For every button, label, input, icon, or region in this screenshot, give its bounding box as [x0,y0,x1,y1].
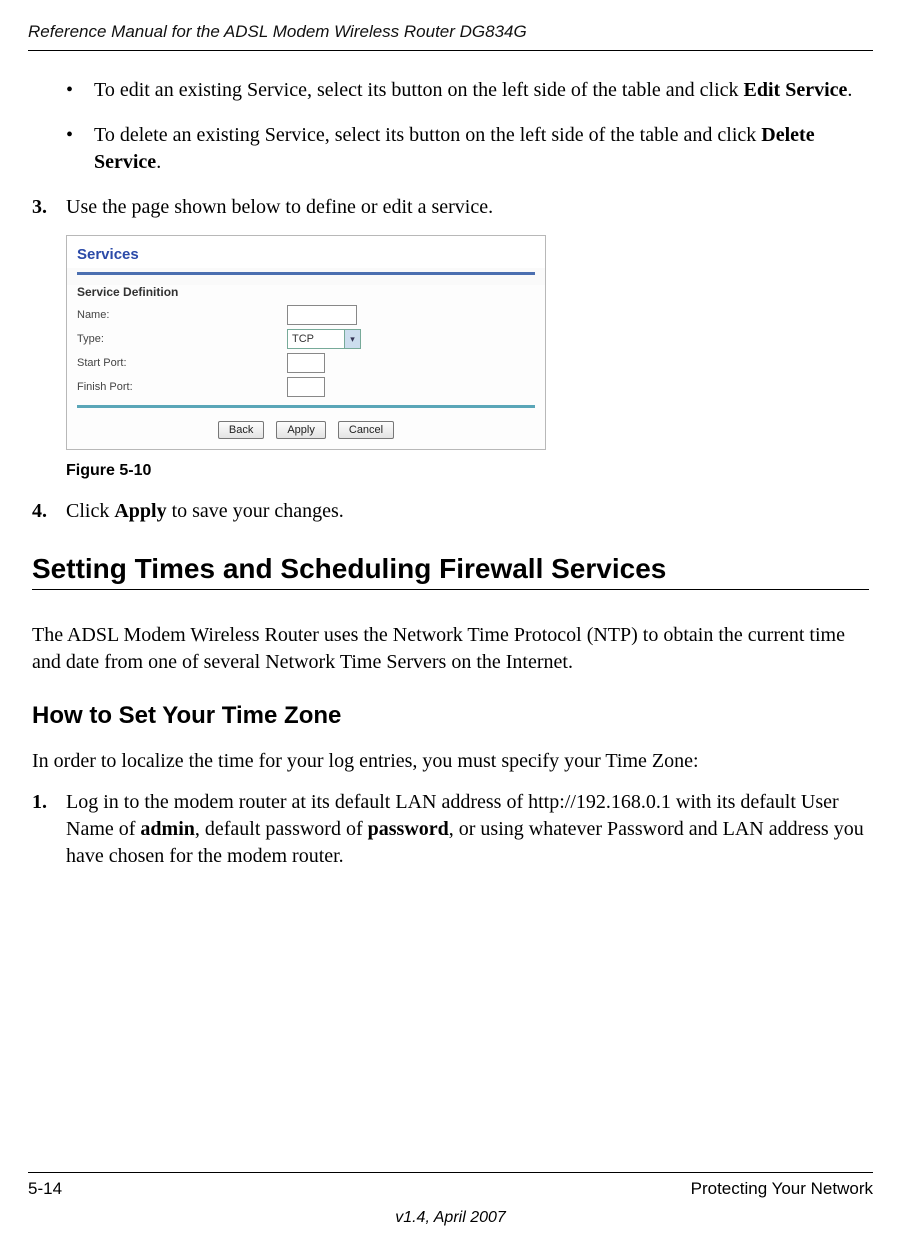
header-rule [28,50,873,51]
apply-button[interactable]: Apply [276,421,326,439]
step-text-bold: Apply [114,500,166,522]
section-heading: Setting Times and Scheduling Firewall Se… [32,553,869,585]
input-finish-port[interactable] [287,377,325,397]
cancel-button[interactable]: Cancel [338,421,394,439]
figure-button-row: Back Apply Cancel [77,416,535,443]
back-button[interactable]: Back [218,421,264,439]
step-text-b: admin [140,818,194,840]
label-type: Type: [77,333,287,345]
footer-section-title: Protecting Your Network [691,1179,873,1199]
step-1-login: 1. Log in to the modem router at its def… [32,789,869,870]
step-text-c: , default password of [195,818,368,840]
figure-divider-top [77,272,535,275]
figure-subtitle: Service Definition [77,285,535,299]
page-footer: 5-14 Protecting Your Network v1.4, April… [28,1172,873,1227]
figure-services: Services Service Definition Name: Type: … [66,235,869,450]
bullet-dot: • [66,122,94,176]
step-text-d: password [368,818,449,840]
bullet-text-post: . [156,151,161,173]
step-4: 4. Click Apply to save your changes. [32,498,869,525]
label-name: Name: [77,309,287,321]
figure-panel: Services Service Definition Name: Type: … [66,235,546,450]
bullet-text: To delete an existing Service, select it… [94,124,761,146]
row-start-port: Start Port: [77,353,535,373]
bullet-text-post: . [847,79,852,101]
bullet-bold: Edit Service [744,79,848,101]
select-type-value: TCP [292,333,314,345]
label-finish-port: Finish Port: [77,381,287,393]
subsection-paragraph: In order to localize the time for your l… [32,748,869,775]
chevron-down-icon: ▾ [344,330,360,348]
bullet-text: To edit an existing Service, select its … [94,79,744,101]
row-name: Name: [77,305,535,325]
section-paragraph: The ADSL Modem Wireless Router uses the … [32,622,869,676]
figure-title-row: Services [67,236,545,268]
figure-title: Services [77,246,139,263]
section-rule [32,589,869,590]
bullet-item-delete-service: • To delete an existing Service, select … [66,122,869,176]
footer-rule [28,1172,873,1173]
input-name[interactable] [287,305,357,325]
row-finish-port: Finish Port: [77,377,535,397]
step-number: 4. [32,498,66,525]
footer-version: v1.4, April 2007 [28,1209,873,1227]
footer-page-number: 5-14 [28,1179,62,1199]
step-number: 3. [32,194,66,221]
figure-caption: Figure 5-10 [66,462,869,480]
subsection-heading: How to Set Your Time Zone [32,702,869,730]
select-type[interactable]: TCP ▾ [287,329,361,349]
step-text: Use the page shown below to define or ed… [66,194,493,221]
step-number: 1. [32,789,66,870]
row-type: Type: TCP ▾ [77,329,535,349]
input-start-port[interactable] [287,353,325,373]
step-text-post: to save your changes. [167,500,344,522]
bullet-dot: • [66,77,94,104]
bullet-item-edit-service: • To edit an existing Service, select it… [66,77,869,104]
step-3: 3. Use the page shown below to define or… [32,194,869,221]
running-header: Reference Manual for the ADSL Modem Wire… [28,22,873,42]
step-text-pre: Click [66,500,114,522]
label-start-port: Start Port: [77,357,287,369]
figure-divider-bottom [77,405,535,408]
